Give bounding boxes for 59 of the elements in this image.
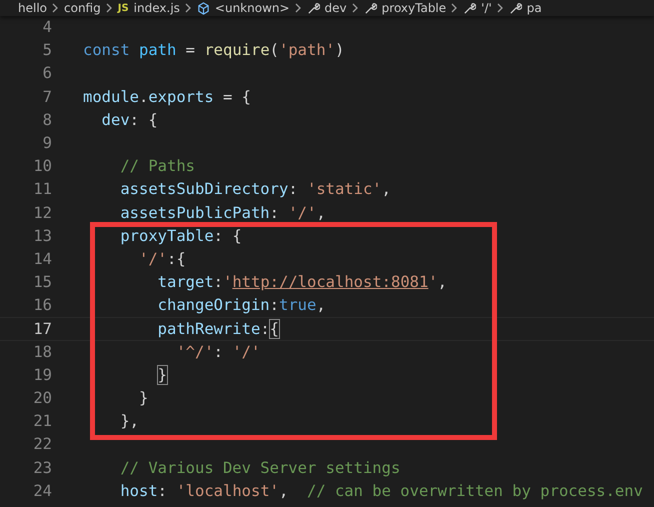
line-number: 23 (32, 460, 52, 477)
chevron-icon (496, 3, 504, 13)
line-number: 12 (32, 204, 52, 222)
chevron-icon (294, 3, 302, 13)
line-number: 18 (32, 344, 52, 361)
code-line: target:'http://localhost:8081', (156, 274, 447, 292)
line-number: 9 (42, 135, 52, 152)
code-line: changeOrigin:true, (156, 297, 326, 314)
line-number: 8 (42, 112, 52, 129)
wrench-icon (306, 2, 320, 14)
code-line: '^/': '/' (175, 344, 260, 361)
breadcrumb-item[interactable]: index.js (134, 1, 180, 15)
code-line: '/':{ (138, 250, 186, 268)
line-number: 10 (32, 158, 52, 176)
line-number: 16 (32, 297, 52, 314)
breadcrumb-item[interactable]: hello (18, 1, 47, 15)
code-line: }, (119, 413, 139, 430)
code-line: // Various Dev Server settings (119, 460, 400, 477)
chevron-icon (106, 3, 113, 13)
line-number: 19 (32, 366, 52, 384)
wrench-icon (508, 2, 522, 14)
line-number: 22 (32, 436, 52, 454)
line-number: 17 (32, 320, 52, 338)
chevron-icon (352, 3, 359, 13)
line-number: 5 (42, 42, 52, 60)
code-line: assetsSubDirectory: 'static', (119, 181, 391, 198)
line-number: 21 (32, 413, 52, 430)
line-number: 15 (32, 274, 52, 292)
code-line: dev: { (100, 112, 158, 129)
line-number: 14 (32, 250, 52, 268)
line-number: 6 (42, 65, 52, 82)
line-number: 20 (32, 390, 52, 408)
line-number: 11 (32, 181, 52, 198)
wrench-icon (364, 2, 377, 14)
line-number: 4 (42, 19, 52, 36)
code-line: pathRewrite:{ (156, 320, 279, 338)
breadcrumb-item[interactable]: <unknown> (214, 1, 290, 15)
code-line: // Paths (119, 158, 195, 176)
code-line: } (138, 390, 148, 408)
cube-icon (196, 2, 210, 14)
breadcrumb-item[interactable]: pa (526, 1, 542, 15)
line-number: 24 (32, 482, 52, 500)
breadcrumb-item[interactable]: config (64, 1, 101, 15)
breadcrumb-item[interactable]: dev (324, 1, 347, 15)
chevron-icon (52, 3, 59, 13)
chevron-icon (451, 3, 458, 13)
file-type-label: JS (118, 2, 129, 14)
code-line: proxyTable: { (119, 228, 242, 245)
code-line: } (156, 366, 167, 384)
code-line: host: 'localhost', // can be overwritten by process.env (119, 482, 643, 500)
line-number: 13 (32, 228, 52, 245)
chevron-icon (184, 3, 192, 13)
code-line: module.exports = { (83, 88, 251, 106)
code-line: const path = require('path') (83, 42, 344, 60)
breadcrumb-item[interactable]: '/' (481, 1, 492, 15)
line-number: 7 (42, 88, 52, 106)
wrench-icon (463, 2, 476, 14)
code-line: assetsPublicPath: '/', (119, 204, 326, 222)
breadcrumb-item[interactable]: proxyTable (382, 1, 446, 15)
